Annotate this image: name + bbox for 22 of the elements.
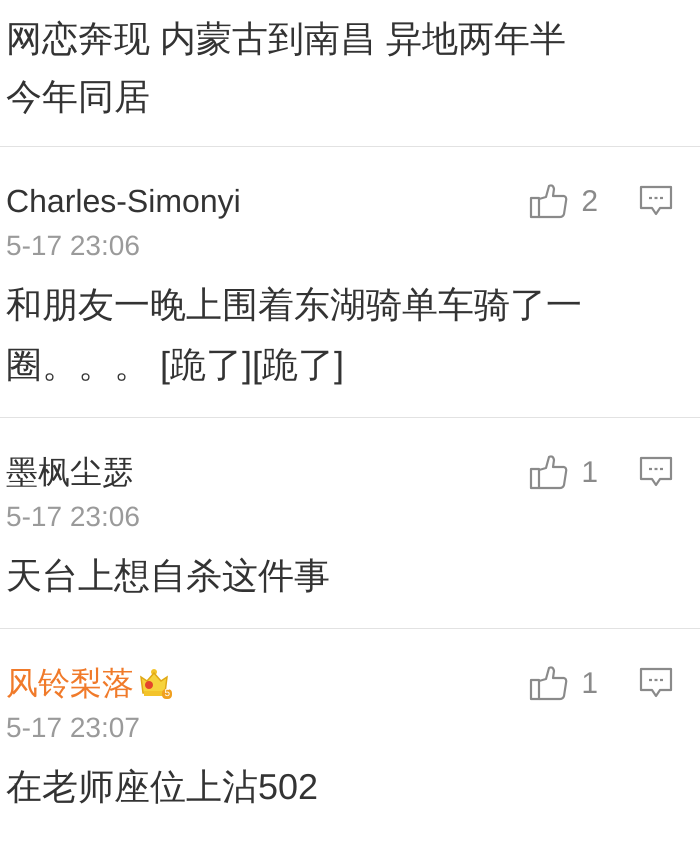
thumbs-up-icon <box>529 454 570 490</box>
post-text-line: 网恋奔现 内蒙古到南昌 异地两年半 <box>6 17 566 61</box>
author-name[interactable]: 风铃梨落 <box>6 659 134 707</box>
comment-text: 在老师座位上沾502 <box>6 765 320 809</box>
vip-level: 5 <box>162 689 172 699</box>
thumbs-up-icon <box>529 665 570 701</box>
crown-icon <box>138 667 170 699</box>
comment-time: 5-17 23:06 <box>6 229 141 263</box>
comment-text: 天台上想自杀这件事 <box>6 554 331 598</box>
like-button[interactable]: 1 <box>529 660 598 706</box>
author-name[interactable]: Charles-Simonyi <box>6 177 241 225</box>
comment-icon[interactable] <box>638 666 674 700</box>
comment-time: 5-17 23:07 <box>6 711 141 745</box>
author-name[interactable]: 墨枫尘瑟 <box>6 448 134 496</box>
comment-text: 和朋友一晚上围着东湖骑单车骑了一圈。。。 [跪了][跪了] <box>6 283 583 387</box>
post-text-line: 今年同居 <box>6 75 150 119</box>
thumbs-up-icon <box>529 183 570 219</box>
comment-icon[interactable] <box>638 455 674 489</box>
like-button[interactable]: 1 <box>529 450 598 494</box>
comment-time: 5-17 23:06 <box>6 500 141 534</box>
like-button[interactable]: 2 <box>529 178 598 224</box>
comment-icon[interactable] <box>638 184 674 218</box>
